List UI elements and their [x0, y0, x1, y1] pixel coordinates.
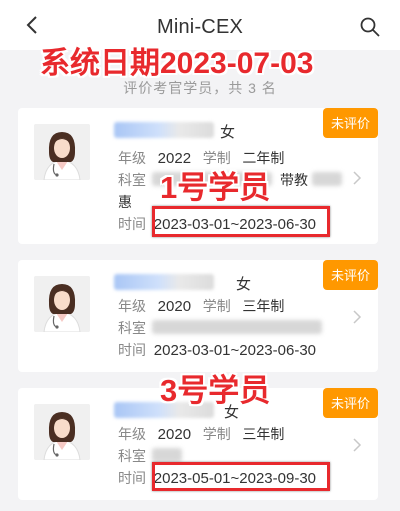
status-badge: 未评价	[322, 260, 378, 290]
department-label: 科室	[118, 320, 146, 336]
avatar	[34, 276, 90, 332]
time-highlight-box	[152, 462, 330, 491]
department-row: 科室	[118, 446, 146, 466]
time-label: 时间	[118, 342, 146, 358]
system-label: 学制	[202, 426, 231, 442]
time-row: 时间 2023-03-01~2023-06-30	[118, 340, 316, 360]
grade-value: 2020	[157, 426, 192, 443]
student-name-redacted	[114, 274, 214, 290]
doctor-avatar-icon	[34, 404, 90, 460]
student-name-redacted	[114, 122, 214, 138]
chevron-right-icon	[353, 171, 362, 185]
department-label: 科室	[118, 172, 146, 188]
teacher-redacted	[312, 172, 342, 186]
grade-label: 年级	[118, 150, 146, 166]
search-icon[interactable]	[360, 17, 380, 37]
system-label: 学制	[202, 298, 231, 314]
grade-label: 年级	[118, 426, 146, 442]
department-redacted	[152, 448, 182, 462]
doctor-avatar-icon	[34, 124, 90, 180]
student1-annotation: 1号学员	[160, 170, 271, 205]
gender-text: 女	[236, 276, 252, 293]
department-redacted	[152, 320, 322, 334]
page-title: Mini-CEX	[156, 16, 244, 38]
department-row: 科室	[118, 170, 146, 190]
time-label: 时间	[118, 216, 146, 232]
system-value: 三年制	[242, 298, 285, 314]
avatar	[34, 404, 90, 460]
student3-annotation: 3号学员	[160, 373, 271, 408]
time-highlight-box	[152, 206, 330, 237]
avatar	[34, 124, 90, 180]
system-value: 三年制	[242, 426, 285, 442]
student-card[interactable]: 女 年级 2020 学制 三年制 科室 时间 2023-03-01~2023-0…	[18, 260, 378, 372]
chevron-right-icon	[353, 438, 362, 452]
grade-row: 年级 2020 学制 三年制	[118, 296, 284, 316]
teacher-label: 带教	[280, 172, 308, 188]
chevron-right-icon	[353, 310, 362, 324]
time-value: 2023-03-01~2023-06-30	[153, 342, 316, 359]
grade-value: 2020	[157, 298, 192, 315]
grade-row: 年级 2020 学制 三年制	[118, 424, 284, 444]
grade-label: 年级	[118, 298, 146, 314]
status-badge: 未评价	[322, 388, 378, 418]
extra-text: 惠	[118, 194, 132, 210]
department-label: 科室	[118, 448, 146, 464]
gender-text: 女	[220, 124, 236, 141]
department-row: 科室	[118, 318, 146, 338]
status-badge: 未评价	[322, 108, 378, 138]
time-label: 时间	[118, 470, 146, 486]
system-date-annotation: 系统日期2023-07-03	[40, 47, 314, 80]
doctor-avatar-icon	[34, 276, 90, 332]
